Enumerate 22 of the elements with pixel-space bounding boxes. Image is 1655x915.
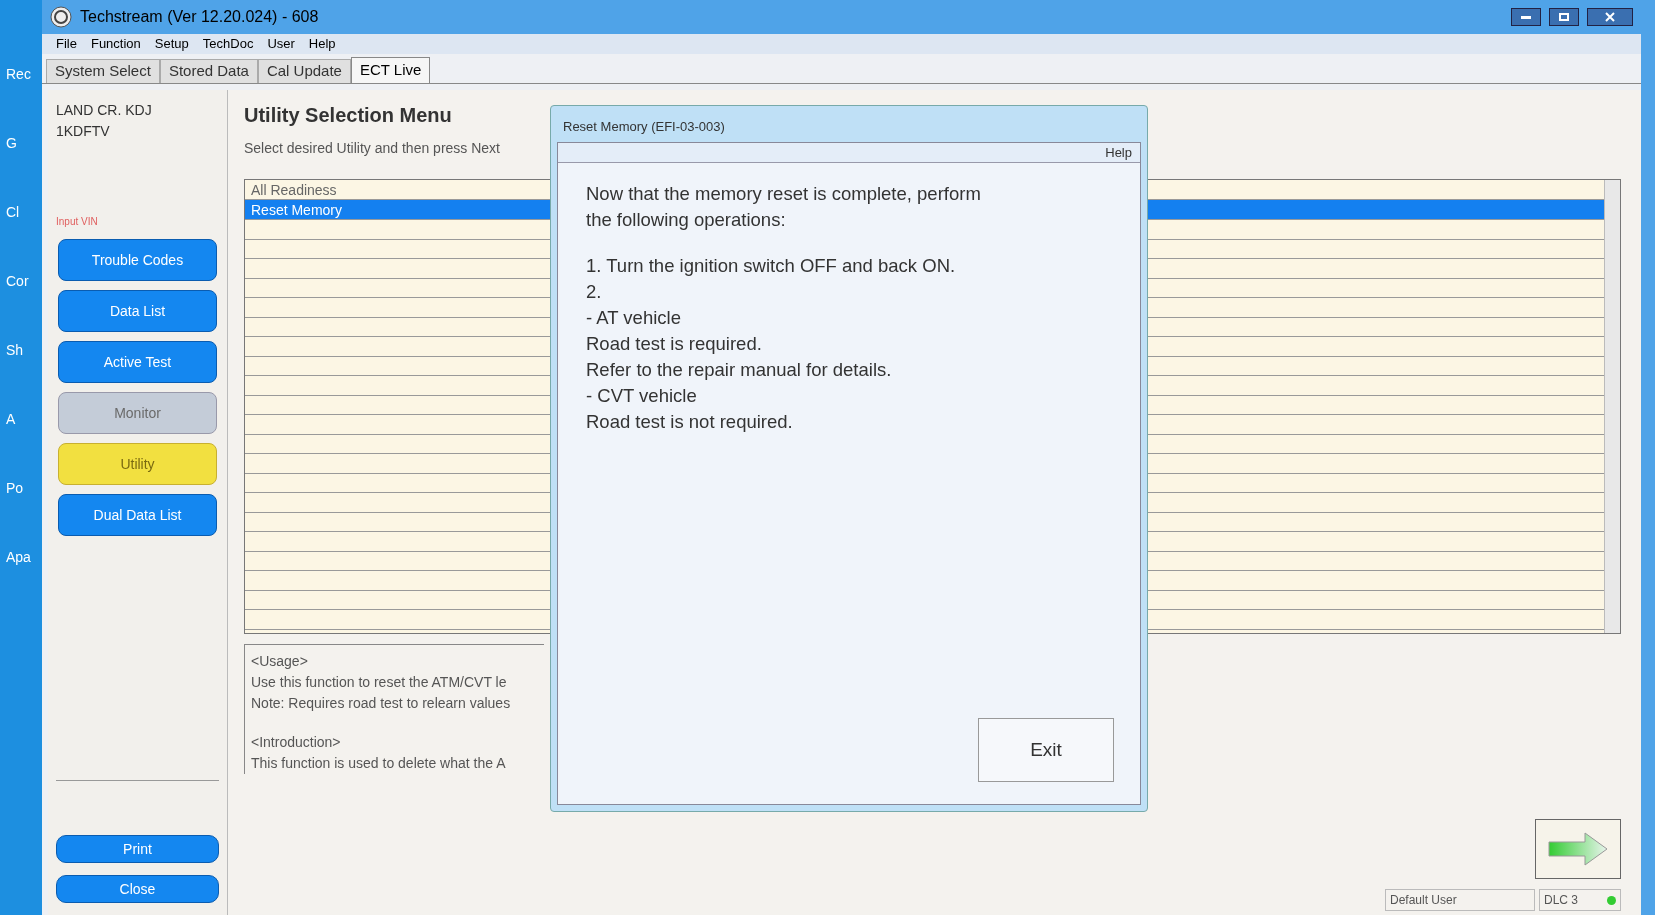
message-text: - AT vehicle	[586, 306, 682, 330]
window-title: Techstream (Ver 12.20.024) - 608	[80, 7, 319, 27]
message-text: Road test is not required.	[586, 410, 794, 434]
message-text: the following operations:	[586, 208, 787, 232]
description-text: This function is used to delete what the A	[251, 754, 507, 773]
description-text: Use this function to reset the ATM/CVT le	[251, 673, 508, 692]
description-text: <Usage>	[251, 652, 309, 671]
message-text: Road test is required.	[586, 332, 763, 356]
message-text: Refer to the repair manual for details.	[586, 358, 893, 382]
message-text: 1. Turn the ignition switch OFF and back ON.	[586, 254, 957, 278]
message-text: - CVT vehicle	[586, 384, 698, 408]
vehicle-label: LAND CR. KDJ	[56, 101, 153, 120]
instruction-text: Select desired Utility and then press Next	[244, 139, 500, 158]
description-text: <Introduction>	[251, 733, 342, 752]
input-vin-label: Input VIN	[56, 215, 99, 229]
connection-label: DLC 3	[1544, 892, 1578, 909]
page-title: Utility Selection Menu	[244, 103, 452, 128]
dialog-title: Reset Memory (EFI-03-003)	[562, 118, 726, 137]
status-user: Default User	[1385, 889, 1535, 911]
message-text: 2.	[586, 280, 603, 304]
vehicle-label: 1KDFTV	[56, 122, 111, 141]
description-text: Note: Requires road test to relearn values	[251, 694, 512, 713]
